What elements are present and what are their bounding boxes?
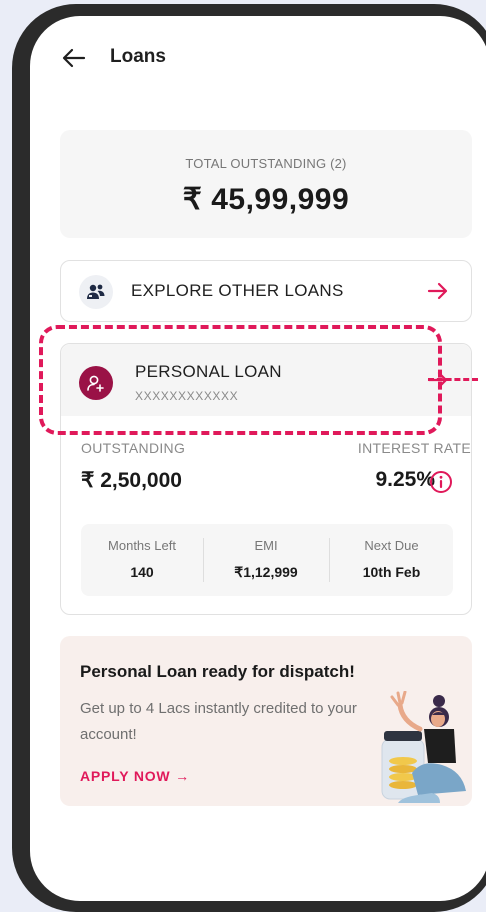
emi-cell: EMI ₹1,12,999 xyxy=(204,524,328,596)
arrow-right-icon xyxy=(427,282,448,300)
total-outstanding-card: TOTAL OUTSTANDING (2) ₹ 45,99,999 xyxy=(60,130,472,238)
promo-title: Personal Loan ready for dispatch! xyxy=(80,662,355,681)
interest-rate-label: INTEREST RATE xyxy=(357,440,471,456)
explore-other-loans-label: EXPLORE OTHER LOANS xyxy=(131,281,344,300)
total-outstanding-label: TOTAL OUTSTANDING (2) xyxy=(185,156,347,171)
emi-value: ₹1,12,999 xyxy=(234,564,298,580)
callout-line xyxy=(428,378,478,381)
arrow-left-icon[interactable] xyxy=(60,44,88,72)
next-due-cell: Next Due 10th Feb xyxy=(330,524,453,596)
months-left-label: Months Left xyxy=(108,538,176,553)
outstanding-label: OUTSTANDING xyxy=(81,440,186,456)
woman-with-coin-jar-illustration xyxy=(381,691,466,803)
app-screen: Loans TOTAL OUTSTANDING (2) ₹ 45,99,999 … xyxy=(30,16,486,901)
app-header: Loans xyxy=(30,38,486,78)
promo-banner: Personal Loan ready for dispatch! Get up… xyxy=(60,636,472,806)
months-left-cell: Months Left 140 xyxy=(81,524,203,596)
people-icon xyxy=(79,275,113,309)
explore-other-loans-button[interactable]: EXPLORE OTHER LOANS xyxy=(60,260,472,322)
outstanding-value: ₹ 2,50,000 xyxy=(81,469,182,492)
promo-subtitle: Get up to 4 Lacs instantly credited to y… xyxy=(80,700,357,743)
emi-label: EMI xyxy=(254,538,278,553)
interest-rate-value: 9.25% xyxy=(375,468,435,491)
phone-frame: Loans TOTAL OUTSTANDING (2) ₹ 45,99,999 … xyxy=(12,4,486,912)
loan-details-panel: Months Left 140 EMI ₹1,12,999 Next Due 1… xyxy=(81,524,453,596)
next-due-label: Next Due xyxy=(364,538,419,553)
highlight-outline xyxy=(39,325,442,435)
apply-now-link[interactable]: APPLY NOW → xyxy=(80,768,190,784)
months-left-value: 140 xyxy=(130,564,154,580)
total-outstanding-value: ₹ 45,99,999 xyxy=(182,183,350,216)
info-icon[interactable] xyxy=(429,470,453,494)
page-title: Loans xyxy=(110,46,166,67)
next-due-value: 10th Feb xyxy=(362,564,421,580)
